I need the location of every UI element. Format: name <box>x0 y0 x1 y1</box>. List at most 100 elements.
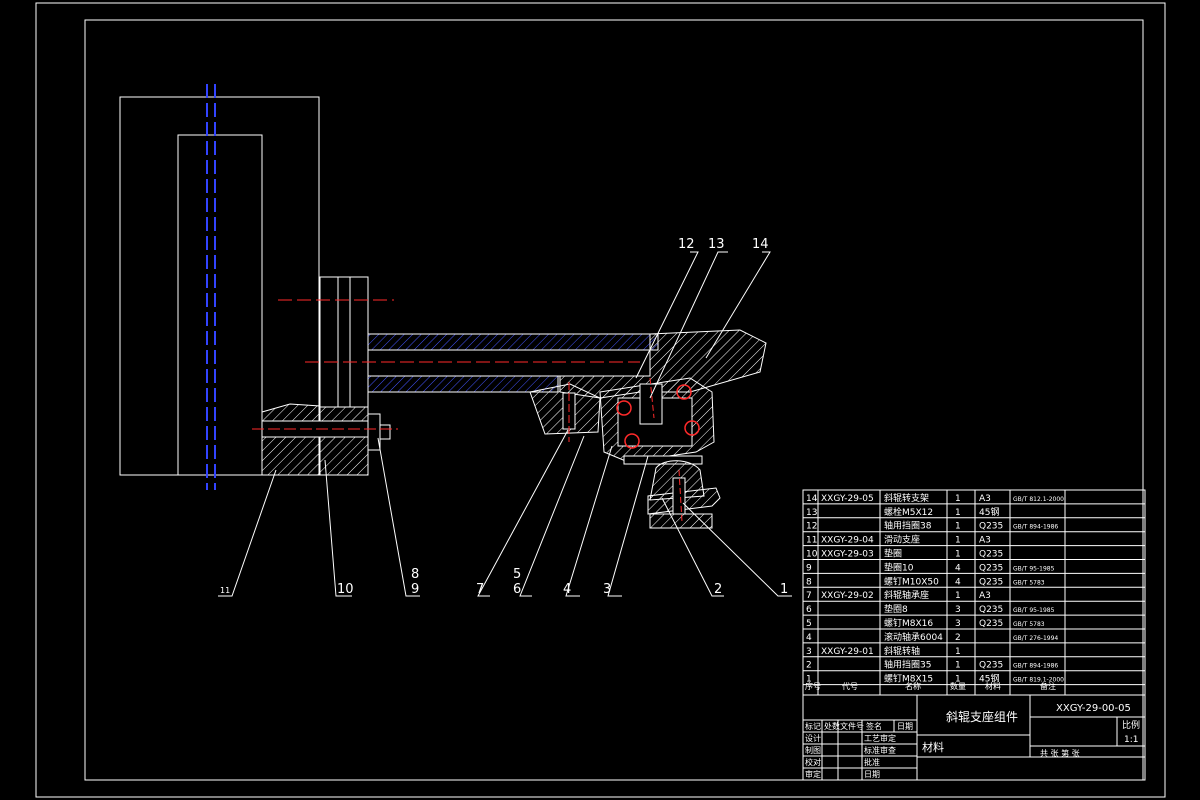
drawing-title: 斜辊支座组件 <box>946 709 1018 724</box>
parts-cell-no: 14 <box>806 494 818 504</box>
parts-cell-name: 轴用挡圈35 <box>884 659 931 671</box>
parts-cell-no: 13 <box>806 508 817 518</box>
parts-cell-name: 滑动支座 <box>884 534 920 546</box>
parts-cell-name: 螺钉M8X16 <box>884 618 933 629</box>
balloon-1: 1 <box>780 582 788 597</box>
parts-cell-material: A3 <box>979 494 991 504</box>
hdr-code: 代号 <box>842 681 858 691</box>
parts-cell-standard: GB/T 95-1985 <box>1013 565 1055 572</box>
parts-cell-qty: 1 <box>955 550 961 560</box>
parts-cell-name: 斜辊转支架 <box>884 492 929 504</box>
parts-cell-standard: GB/T 812.1-2000 <box>1013 496 1064 503</box>
pivot-base <box>647 460 721 529</box>
parts-cell-material: Q235 <box>979 522 1003 532</box>
role-4: 审定 <box>805 769 821 779</box>
approval-4: 日期 <box>864 770 880 779</box>
parts-cell-name: 垫圈 <box>884 548 902 560</box>
parts-cell-qty: 1 <box>955 522 961 532</box>
parts-cell-material: 45钢 <box>979 506 999 518</box>
balloon-11: 11 <box>220 586 230 595</box>
parts-cell-no: 9 <box>806 563 812 573</box>
parts-cell-name: 斜辊轴承座 <box>884 589 929 601</box>
title-block-main: 斜辊支座组件 XXGY-29-00-05 材料 比例 1:1 共 张 第 张 <box>922 703 1140 758</box>
parts-cell-material: Q235 <box>979 550 1003 560</box>
parts-cell-code: XXGY-29-04 <box>821 536 874 546</box>
title-block-text: 标记 处数 文件号 签名 日期 设计 工艺审定 制图 标准审查 校对 批准 审定… <box>805 721 913 779</box>
parts-cell-qty: 1 <box>955 494 961 504</box>
balloon-4: 4 <box>563 582 571 597</box>
parts-cell-qty: 1 <box>955 536 961 546</box>
parts-cell-no: 12 <box>806 522 817 532</box>
approval-2: 标准审查 <box>864 745 896 755</box>
parts-cell-qty: 1 <box>955 591 961 601</box>
parts-cell-material: Q235 <box>979 563 1003 573</box>
parts-cell-qty: 2 <box>955 633 961 643</box>
parts-cell-no: 5 <box>806 619 812 629</box>
parts-cell-standard: GB/T 5783 <box>1013 621 1045 628</box>
parts-cell-name: 螺栓M5X12 <box>884 506 933 518</box>
parts-cell-standard: GB/T 95-1985 <box>1013 607 1055 614</box>
parts-cell-no: 8 <box>806 577 812 587</box>
parts-cell-name: 轴用挡圈38 <box>884 520 932 532</box>
parts-cell-standard: GB/T 819.1-2000 <box>1013 677 1064 684</box>
balloon-12: 12 <box>678 237 695 252</box>
parts-cell-no: 6 <box>806 605 812 615</box>
rev-count: 处数 <box>824 721 840 731</box>
parts-cell-qty: 1 <box>955 661 961 671</box>
parts-cell-name: 垫圈10 <box>884 561 914 573</box>
parts-cell-code: XXGY-29-02 <box>821 591 874 601</box>
balloon-13: 13 <box>708 237 725 252</box>
parts-cell-qty: 3 <box>955 605 961 615</box>
drawing-number: XXGY-29-00-05 <box>1056 703 1131 714</box>
parts-cell-code: XXGY-29-01 <box>821 647 874 657</box>
bearing-housing <box>599 377 715 465</box>
sheet-count: 共 张 第 张 <box>1040 748 1080 758</box>
parts-cell-material: Q235 <box>979 619 1003 629</box>
approval-1: 工艺审定 <box>864 733 896 743</box>
scale-label: 比例 <box>1122 719 1140 731</box>
rev-sign: 签名 <box>866 721 882 731</box>
parts-cell-no: 7 <box>806 591 812 601</box>
hdr-remark: 备注 <box>1040 681 1056 691</box>
balloon-10: 10 <box>337 582 354 597</box>
vertical-axis-lines <box>206 84 216 490</box>
balloon-5: 5 <box>513 567 521 582</box>
balloon-2: 2 <box>714 582 722 597</box>
parts-cell-name: 垫圈8 <box>884 603 908 615</box>
role-3: 校对 <box>805 757 821 767</box>
parts-list-rows: 14 XXGY-29-05 斜辊转支架 1 A3 GB/T 812.1-200013 螺栓M… <box>806 492 1064 685</box>
parts-cell-standard: GB/T 276-1994 <box>1013 635 1058 642</box>
parts-cell-qty: 1 <box>955 508 961 518</box>
approval-3: 批准 <box>864 757 880 767</box>
parts-cell-no: 10 <box>806 550 818 560</box>
rev-date: 日期 <box>897 722 913 731</box>
parts-cell-qty: 4 <box>955 577 961 587</box>
parts-cell-material: Q235 <box>979 661 1003 671</box>
parts-cell-name: 螺钉M10X50 <box>884 576 939 587</box>
parts-cell-material: A3 <box>979 591 991 601</box>
parts-cell-standard: GB/T 5783 <box>1013 579 1045 586</box>
parts-cell-material: Q235 <box>979 577 1003 587</box>
cad-drawing: 1 2 3 4 5 6 7 8 9 10 11 12 13 14 14 XXGY-… <box>35 2 1166 798</box>
parts-cell-name: 斜辊转轴 <box>884 645 920 657</box>
hdr-no: 序号 <box>805 681 821 691</box>
hdr-name: 名称 <box>905 681 921 691</box>
parts-cell-code: XXGY-29-03 <box>821 550 874 560</box>
role-2: 制图 <box>805 745 821 755</box>
balloon-9: 9 <box>411 582 419 597</box>
parts-cell-material: A3 <box>979 536 991 546</box>
balloon-6: 6 <box>513 582 521 597</box>
balloon-3: 3 <box>603 582 611 597</box>
hdr-material: 材料 <box>985 681 1001 691</box>
parts-cell-code: XXGY-29-05 <box>821 494 874 504</box>
parts-cell-no: 4 <box>806 633 812 643</box>
parts-cell-qty: 3 <box>955 619 961 629</box>
parts-cell-no: 11 <box>806 536 817 546</box>
rev-doc: 文件号 <box>840 721 864 731</box>
parts-cell-no: 2 <box>806 661 812 671</box>
role-1: 设计 <box>805 733 821 743</box>
parts-cell-standard: GB/T 894-1986 <box>1013 524 1058 531</box>
balloon-8: 8 <box>411 567 419 582</box>
parts-cell-name: 滚动轴承6004 <box>884 631 943 643</box>
balloon-7: 7 <box>476 582 484 597</box>
